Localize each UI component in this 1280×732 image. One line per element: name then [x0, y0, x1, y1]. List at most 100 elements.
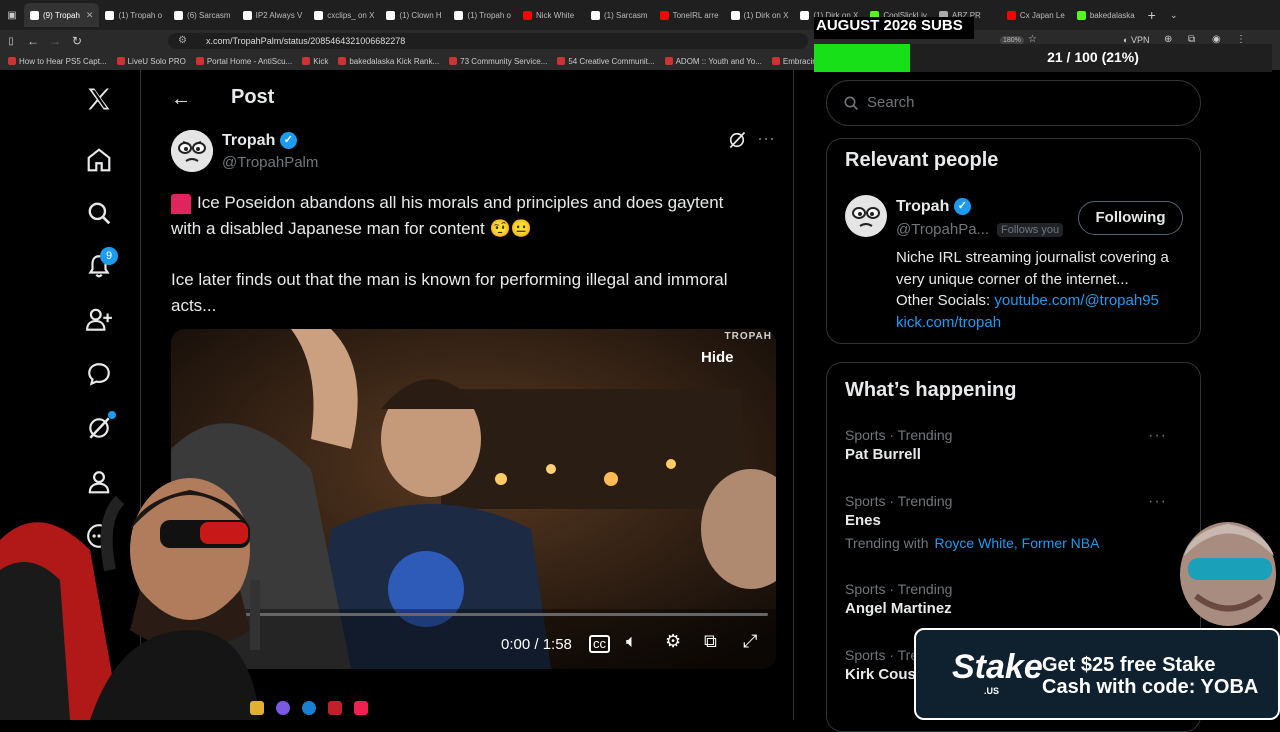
forward-icon[interactable]: → [44, 34, 66, 48]
grok-icon[interactable] [84, 411, 116, 443]
edge-icon[interactable] [302, 701, 316, 715]
trend-title: Angel Martinez [845, 600, 952, 617]
author-name-row[interactable]: Tropah ✓ [222, 132, 297, 150]
tab-label: (1) Tropah o [118, 10, 163, 20]
trend-item[interactable]: Sports · Trending Angel Martinez [845, 581, 1185, 617]
bookmark-favicon-icon [302, 57, 311, 65]
trend-more-icon[interactable]: ··· [1148, 427, 1167, 445]
url-text: x.com/TropahPalm/status/2085464321006682… [206, 36, 406, 46]
tab-label: IP2 Always V [255, 10, 303, 20]
browser-tab[interactable]: IP2 Always V [237, 3, 309, 27]
post-text-line4: acts... [171, 296, 217, 315]
relevant-people-card: Relevant people Tropah ✓ @TropahPa... Fo… [826, 138, 1201, 344]
bookmark-item[interactable]: Portal Home - AntiScu... [195, 56, 293, 66]
video-frame-image [171, 329, 776, 669]
back-arrow-icon[interactable]: ← [171, 88, 191, 111]
tab-close-icon[interactable]: ✕ [86, 10, 94, 21]
bookmark-item[interactable]: LiveU Solo PRO [116, 57, 186, 66]
trend-item[interactable]: Sports · Trending Enes Trending with Royce … [845, 493, 1185, 551]
browser-tab[interactable]: (1) Dirk on X [725, 3, 795, 27]
browser-tab[interactable]: Nick White [517, 3, 585, 27]
browser-tab[interactable]: ToneIRL arre [654, 3, 725, 27]
pip-icon[interactable]: ⧉ [704, 631, 717, 652]
relevant-name: Tropah [896, 198, 950, 215]
bookmark-item[interactable]: 73 Community Service... [449, 57, 547, 66]
volume-icon[interactable]: 🔈︎ [626, 631, 637, 652]
whats-happening-title: What’s happening [845, 379, 1017, 401]
browser-tab[interactable]: (1) Sarcasm [585, 3, 654, 27]
file-explorer-icon[interactable] [250, 701, 264, 715]
tab-label: Nick White [536, 10, 575, 20]
tab-label: (6) Sarcasm [187, 10, 231, 20]
bookmark-item[interactable]: Kick [302, 57, 328, 66]
grok-explain-icon[interactable] [727, 130, 747, 155]
back-icon[interactable]: ← [22, 34, 44, 48]
music-icon[interactable] [354, 701, 368, 715]
bookmark-label: bakedalaska Kick Rank... [349, 56, 440, 66]
stake-logo-sub: .US [984, 686, 1000, 696]
trending-with-links[interactable]: Royce White, Former NBA [935, 535, 1100, 551]
trend-more-icon[interactable]: ··· [1148, 493, 1167, 511]
search-input[interactable]: Search [867, 94, 915, 111]
post-text: Ice Poseidon abandons all his morals and… [171, 190, 781, 319]
post-text-line2: with a disabled Japanese man for content… [171, 219, 532, 238]
trend-extra: Trending with Royce White, Former NBA [845, 535, 1185, 551]
right-sidebar: Search Relevant people Tropah ✓ @TropahP… [826, 70, 1202, 732]
bookmark-item[interactable]: bakedalaska Kick Rank... [338, 57, 439, 66]
relevant-avatar[interactable] [845, 195, 887, 237]
stake-ad-banner: Stake .US Get $25 free Stake Cash with c… [914, 628, 1280, 720]
bookmark-label: Portal Home - AntiScu... [206, 56, 293, 66]
fullscreen-icon[interactable]: ⤢ [743, 631, 757, 652]
search-box[interactable]: Search [826, 80, 1201, 126]
bookmark-favicon-icon [116, 57, 125, 65]
browser-tab[interactable]: (1) Tropah o [448, 3, 517, 27]
video-progress-track[interactable] [183, 613, 768, 616]
captions-icon[interactable]: cc [589, 635, 610, 653]
tab-label: (9) Tropah [43, 10, 80, 20]
messages-icon[interactable] [84, 359, 114, 389]
notifications-bell-icon[interactable]: 9 [84, 247, 118, 281]
siren-emoji-icon [171, 193, 191, 214]
x-logo-icon[interactable] [84, 84, 114, 114]
sidebar-toggle-icon[interactable]: ▯ [0, 36, 22, 47]
home-icon[interactable] [84, 145, 114, 175]
trend-meta: Sports · Trending [845, 581, 953, 597]
tab-favicon-icon [314, 10, 324, 20]
tab-search-icon[interactable]: ▣ [0, 10, 24, 21]
browser-tab[interactable]: (1) Clown H [380, 3, 448, 27]
kick-link[interactable]: kick.com/tropah [896, 314, 1001, 331]
video-player[interactable]: TROPAH Hide 0:00 / 1:58 cc 🔈︎ ⚙︎ ⧉ ⤢ [171, 329, 776, 669]
browser-tab[interactable]: cxclips_ on X [308, 3, 380, 27]
bookmark-item[interactable]: 54 Creative Communit... [557, 57, 655, 66]
settings-gear-icon[interactable]: ⚙︎ [665, 631, 681, 652]
follow-people-icon[interactable] [84, 305, 114, 335]
author-handle[interactable]: @TropahPalm [222, 154, 318, 171]
reload-icon[interactable]: ↻ [66, 34, 88, 48]
following-button[interactable]: Following [1078, 201, 1183, 235]
url-field[interactable]: x.com/TropahPalm/status/2085464321006682… [168, 33, 808, 49]
tab-label: ToneIRL arre [672, 10, 719, 20]
relevant-bio: Niche IRL streaming journalist covering … [896, 247, 1186, 333]
discord-icon[interactable] [276, 701, 290, 715]
post-more-icon[interactable]: ··· [757, 128, 775, 149]
subs-goal-title: AUGUST 2026 SUBS [816, 17, 963, 34]
tab-favicon-icon [523, 10, 532, 20]
tab-label: (1) Tropah o [467, 10, 511, 20]
browser-tab[interactable]: (1) Tropah o [99, 3, 168, 27]
youtube-link[interactable]: youtube.com/@tropah95 [994, 292, 1159, 309]
trending-with-label: Trending with [845, 535, 929, 551]
hide-button[interactable]: Hide [701, 349, 734, 366]
trend-item[interactable]: Sports · Trending Pat Burrell ··· [845, 427, 1185, 463]
browser-tab[interactable]: (6) Sarcasm [168, 3, 237, 27]
site-info-icon[interactable]: ⚙ [178, 35, 187, 46]
bookmark-item[interactable]: How to Hear PS5 Capt... [8, 57, 107, 66]
app-icon[interactable] [328, 701, 342, 715]
relevant-name-row[interactable]: Tropah ✓ [896, 198, 971, 216]
tab-label: (1) Sarcasm [604, 10, 648, 20]
explore-search-icon[interactable] [84, 198, 114, 228]
bookmark-item[interactable]: ADOM :: Youth and Yo... [664, 57, 762, 66]
relevant-handle[interactable]: @TropahPa... [896, 221, 989, 238]
browser-tab[interactable]: (9) Tropah ✕ [24, 3, 100, 27]
tab-favicon-icon [386, 10, 396, 20]
author-avatar[interactable] [171, 130, 213, 172]
